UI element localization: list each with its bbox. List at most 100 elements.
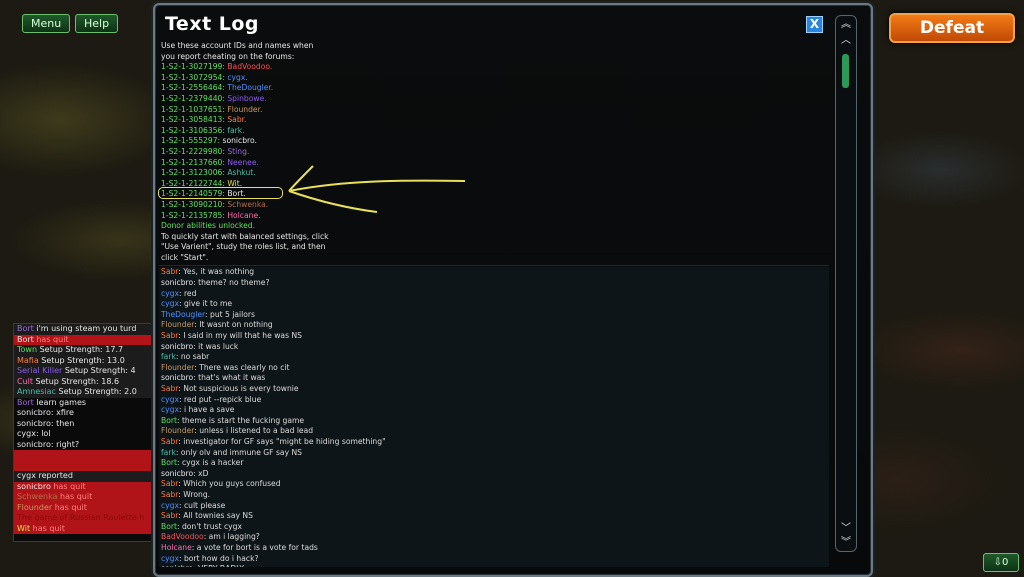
player-name: cygx [17, 471, 36, 480]
account-line: 1-S2-1-3027199: BadVoodoo. [159, 62, 829, 73]
chat-line: Sabr: I said in my will that he was NS [159, 331, 829, 342]
chat-line: cygx: cult please [159, 501, 829, 512]
chat-line: sonicbro: theme? no theme? [159, 278, 829, 289]
player-name: sonicbro [161, 278, 194, 288]
player-name: Sabr [161, 489, 179, 499]
account-line: 1-S2-1-3058413: Sabr. [159, 115, 829, 126]
chat-line: cygx: bort how do i hack? [159, 554, 829, 565]
chat-text: : There was clearly no cit [194, 362, 290, 372]
chat-line: Sabr: Which you guys confused [159, 479, 829, 490]
chat-text: : unless i listened to a bad lead [194, 426, 314, 436]
account-line: 1-S2-1-3106356: fark. [159, 126, 829, 137]
scrollbar[interactable]: ︽ ︿ ﹀ ︾ [835, 15, 857, 552]
player-name: Sabr [161, 436, 179, 446]
account-line: 1-S2-1-2379440: Spinbowe. [159, 94, 829, 105]
player-name: Town [17, 345, 38, 354]
close-button[interactable]: X [806, 16, 823, 33]
chat-text: : put 5 jailors [205, 309, 255, 319]
chat-line: cygx reported [14, 471, 154, 482]
player-name: Amnesiac [17, 387, 56, 396]
scroll-down-double-icon[interactable]: ︾ [838, 538, 854, 548]
account-name: fark. [227, 125, 245, 135]
chat-line: Sabr: All townies say NS [159, 511, 829, 522]
player-name: sonicbro [161, 373, 194, 383]
chat-line: Wit has quit [14, 523, 154, 534]
chat-text: : cult please [178, 500, 226, 510]
log-content: Use these account IDs and names when you … [159, 41, 829, 567]
chat-text: has quit [33, 334, 69, 344]
chat-line: fark: only olv and immune GF say NS [159, 448, 829, 459]
account-line: 1-S2-1-3072954: cygx. [159, 73, 829, 84]
scroll-up-double-icon[interactable]: ︽ [838, 20, 854, 30]
chat-line: Sabr: Not suspicious is every townie [159, 384, 829, 395]
chat-text: : investigator for GF says "might be hid… [178, 436, 386, 446]
chat-text: : cygx is a hacker [176, 458, 244, 468]
chat-text: : Not suspicious is every townie [178, 384, 299, 393]
chat-line: Sabr: investigator for GF says "might be… [159, 437, 829, 448]
chat-text: : Which you guys confused [178, 479, 281, 489]
chat-line: cygx: red put --repick blue [159, 395, 829, 406]
player-name: fark [161, 352, 176, 362]
chat-line: Bort learn games [14, 398, 154, 409]
chat-text: : then [50, 418, 75, 428]
chat-text: : a vote for bort is a vote for tads [191, 542, 318, 552]
account-line: 1-S2-1-2229980: Sting. [159, 147, 829, 158]
player-name: Bort [161, 415, 177, 425]
chat-text: : It wasnt on nothing [194, 320, 273, 330]
account-name: sonicbro. [222, 136, 257, 146]
chat-text: : red put --repick blue [178, 394, 262, 404]
player-name: fark [161, 447, 176, 457]
account-line: 1-S2-1-1037651: Flounder. [159, 105, 829, 116]
intro-text: Use these account IDs and names when [161, 41, 314, 50]
chat-line: Town Setup Strength: 17.7 [14, 345, 154, 356]
highlight-circle [158, 187, 283, 199]
account-name: TheDougler. [227, 83, 274, 93]
chat-line: BadVoodoo: am i lagging? [159, 532, 829, 543]
account-id: 1-S2-1-555297: [161, 136, 221, 146]
chat-line: Flounder: It wasnt on nothing [159, 320, 829, 331]
chat-text: : Yes, it was nothing [178, 267, 255, 277]
chat-text: : right? [50, 439, 80, 449]
chat-line: The game of Russian Roulette h [14, 513, 154, 524]
chat-line: Bort: theme is start the fucking game [159, 416, 829, 427]
player-name: sonicbro [17, 418, 51, 428]
account-id: 1-S2-1-3027199: [161, 62, 225, 72]
chat-line: sonicbro has quit [14, 481, 154, 492]
quickstart-text: "Use Varient", study the roles list, and… [161, 242, 326, 252]
player-name: cygx [161, 405, 179, 415]
player-name: Flounder [17, 502, 53, 512]
chat-text: : red [178, 288, 197, 298]
chat-text: has quit [57, 492, 93, 501]
chat-text: : VERY BADLY [193, 564, 244, 567]
account-id: 1-S2-1-3072954: [161, 72, 225, 82]
help-button[interactable]: Help [75, 14, 119, 33]
player-name: Holcane [161, 542, 192, 552]
account-name: Neenee. [227, 157, 259, 167]
chat-line: sonicbro: right? [14, 440, 154, 451]
quickstart-line: click "Start". [159, 253, 829, 264]
chat-text: : All townies say NS [178, 511, 253, 521]
download-button[interactable]: ⇩0 [983, 553, 1019, 572]
account-name: Schwenka. [227, 199, 269, 209]
chat-text: has quit [50, 481, 86, 491]
account-id: 1-S2-1-3090210: [161, 199, 225, 209]
scroll-thumb[interactable] [842, 54, 849, 88]
chat-line: cygx: i have a save [159, 405, 829, 416]
account-id: 1-S2-1-1037651: [161, 104, 225, 114]
player-name: Bort [17, 324, 34, 333]
scroll-up-icon[interactable]: ︿ [838, 36, 854, 46]
menu-button[interactable]: Menu [22, 14, 71, 33]
chat-line: sonicbro: that's what it was [159, 373, 829, 384]
chat-text: reported [35, 471, 73, 480]
scroll-down-icon[interactable]: ﹀ [838, 524, 854, 534]
chat-line: Amnesiac Setup Strength: 2.0 [14, 387, 154, 398]
chat-text: : i have a save [178, 405, 235, 415]
player-name: Wit [17, 523, 31, 533]
player-name: cygx [161, 299, 179, 309]
player-name: Mafia [17, 355, 39, 365]
quickstart-line: To quickly start with balanced settings,… [159, 232, 829, 243]
account-id: 1-S2-1-3106356: [161, 125, 225, 135]
account-name: Ashkut. [227, 168, 256, 178]
player-name: Schwenka [17, 492, 58, 501]
player-name: Bort [17, 397, 34, 407]
